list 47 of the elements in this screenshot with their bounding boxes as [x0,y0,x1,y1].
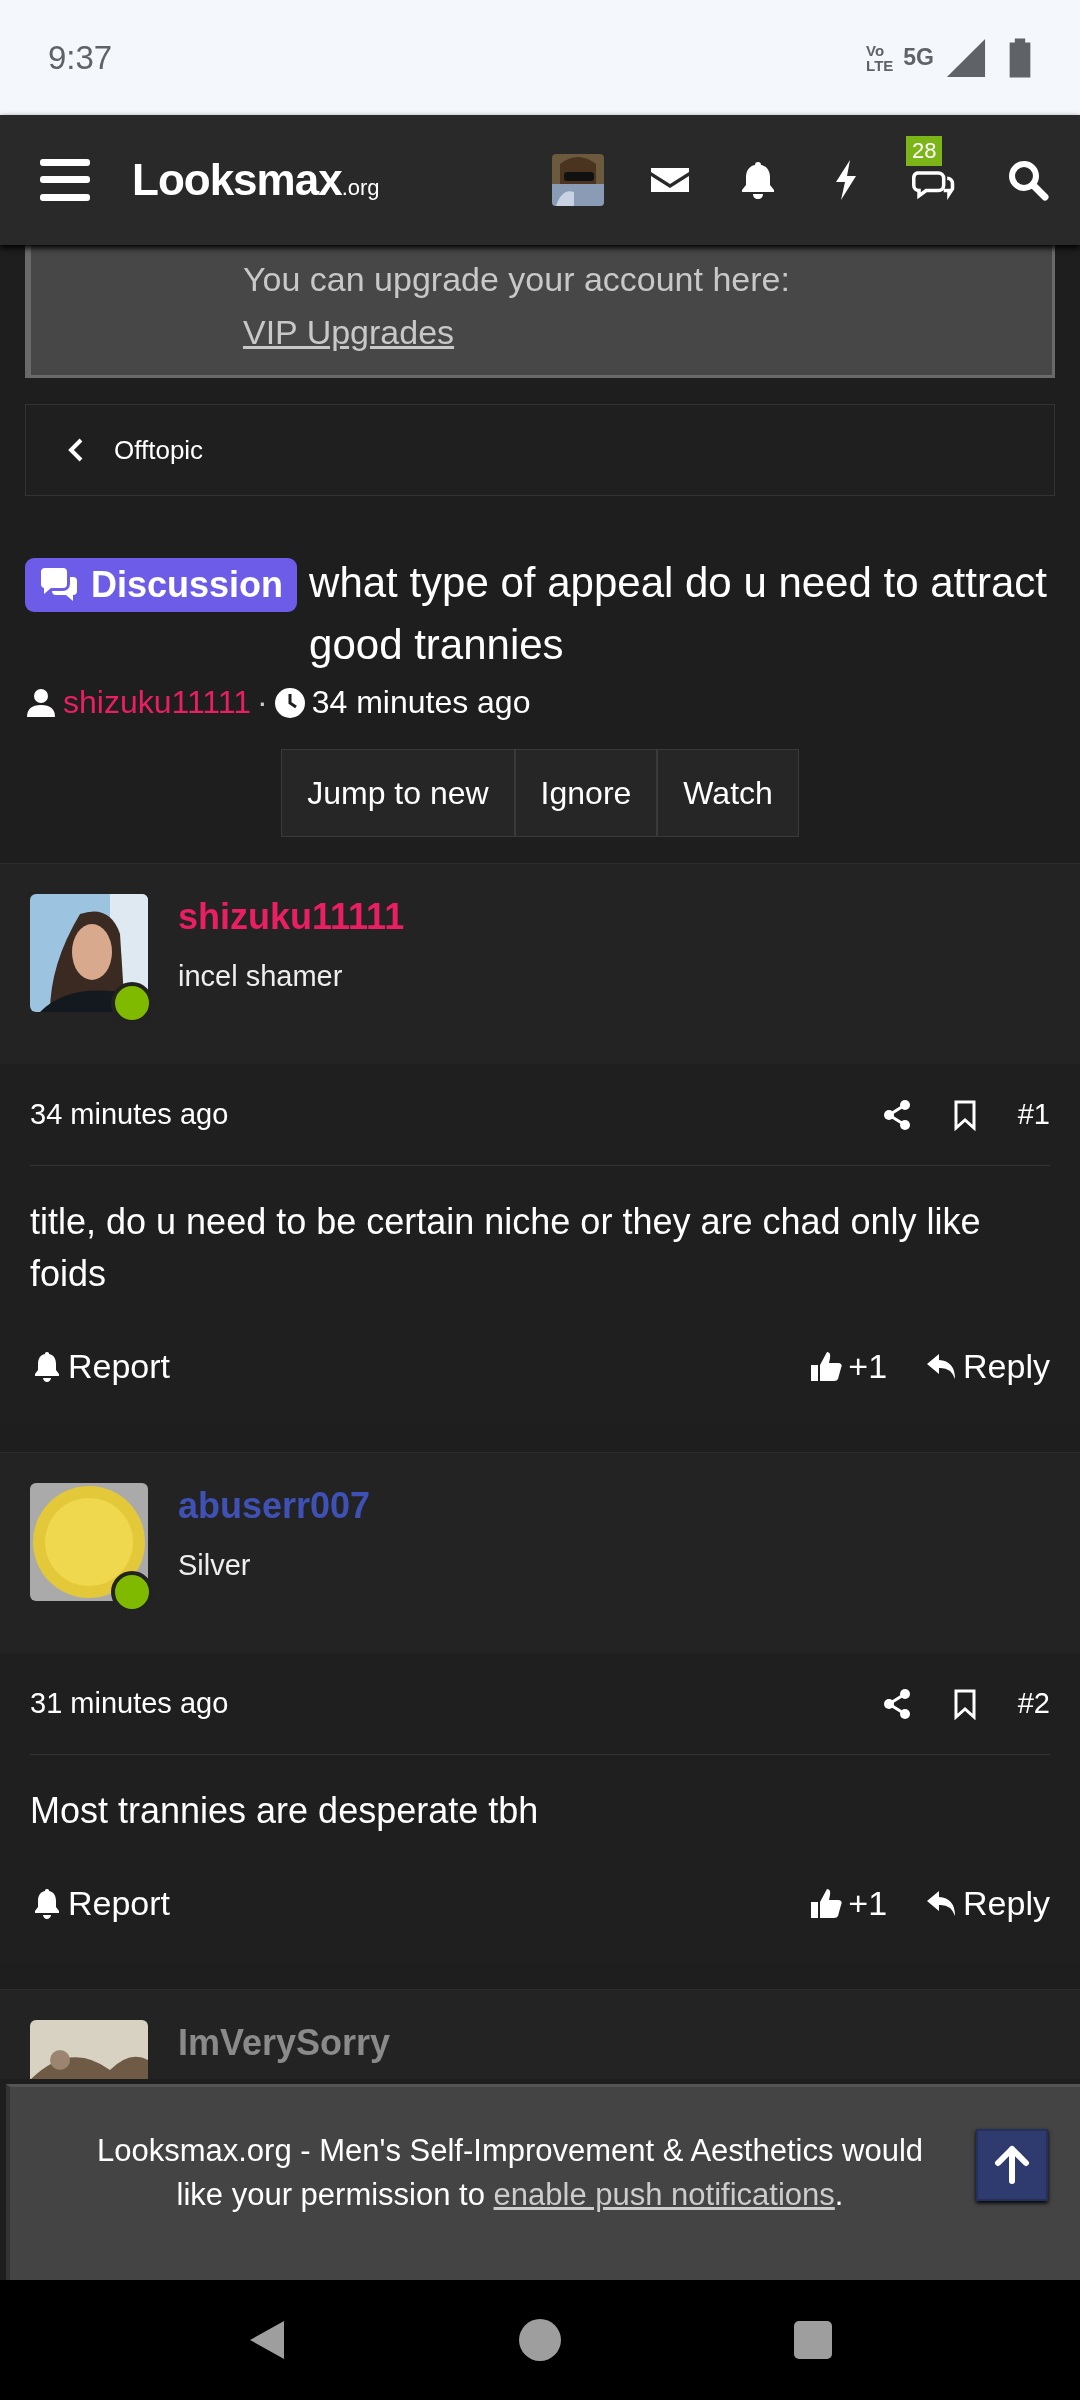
upgrade-notice: You can upgrade your account here: VIP Upgrades [25,245,1055,378]
clock-icon [273,686,306,719]
breadcrumb-link[interactable]: Offtopic [114,434,204,466]
enable-notifications-link[interactable]: enable push notifications [493,2177,835,2212]
thread-time: 34 minutes ago [311,684,531,721]
user-icon [25,686,57,719]
post-number-link[interactable]: #2 [1017,1687,1050,1720]
thumbs-up-icon [810,1349,845,1383]
banner-message: Looksmax.org - Men's Self-Improvement & Aesthetics would like your permission to enable push notifications. [95,2132,924,2214]
share-icon[interactable] [881,1687,912,1720]
upgrade-link[interactable]: VIP Upgrades [243,313,455,351]
like-link[interactable]: +1 [810,1346,888,1386]
site-logo[interactable]: Looksmax.org [132,155,552,205]
reply-link[interactable]: Reply [925,1346,1050,1386]
user-title: incel shamer [178,960,344,993]
notification-count: 28 [906,136,943,166]
post-body-text: Most trannies are desperate tbh [30,1789,540,1833]
report-link[interactable]: Report [30,1346,171,1386]
thumbs-up-icon [810,1886,845,1920]
author-link[interactable]: shizuku11111 [63,684,251,721]
username-link[interactable]: ImVerySorry [178,2022,391,2064]
post-time[interactable]: 34 minutes ago [30,1098,882,1131]
report-link[interactable]: Report [30,1883,171,1923]
breadcrumb-bar[interactable]: Offtopic [25,404,1055,496]
reply-link[interactable]: Reply [925,1883,1050,1923]
post-time[interactable]: 31 minutes ago [30,1687,882,1720]
share-icon[interactable] [881,1098,912,1131]
separator-dot: · [257,684,268,721]
menu-icon[interactable] [40,159,90,201]
thread-action-button[interactable]: Watch [657,749,799,837]
network-type: 5G [903,44,934,71]
like-link[interactable]: +1 [810,1883,888,1923]
volte-indicator: Vo LTE [866,42,894,73]
clock-time: 9:37 [48,38,113,77]
thread-title: what type of appeal do u need to attract good trannies [309,558,1048,670]
thread-action-button[interactable]: Ignore [514,749,658,837]
search-icon[interactable] [1006,158,1050,202]
username-link[interactable]: shizuku11111 [178,896,405,938]
post-body-text: title, do u need to be certain niche or they are chad only like foids [30,1200,982,1296]
chevron-left-icon [66,437,84,463]
post-number-link[interactable]: #1 [1017,1098,1050,1131]
thread-prefix-label: Discussion [25,558,298,612]
home-icon[interactable] [517,2317,563,2363]
chat-bubbles-icon [39,568,79,602]
scroll-to-top-button[interactable] [976,2129,1048,2201]
user-title: Silver [178,1549,252,1582]
thread-action-button[interactable]: Jump to new [281,749,515,837]
